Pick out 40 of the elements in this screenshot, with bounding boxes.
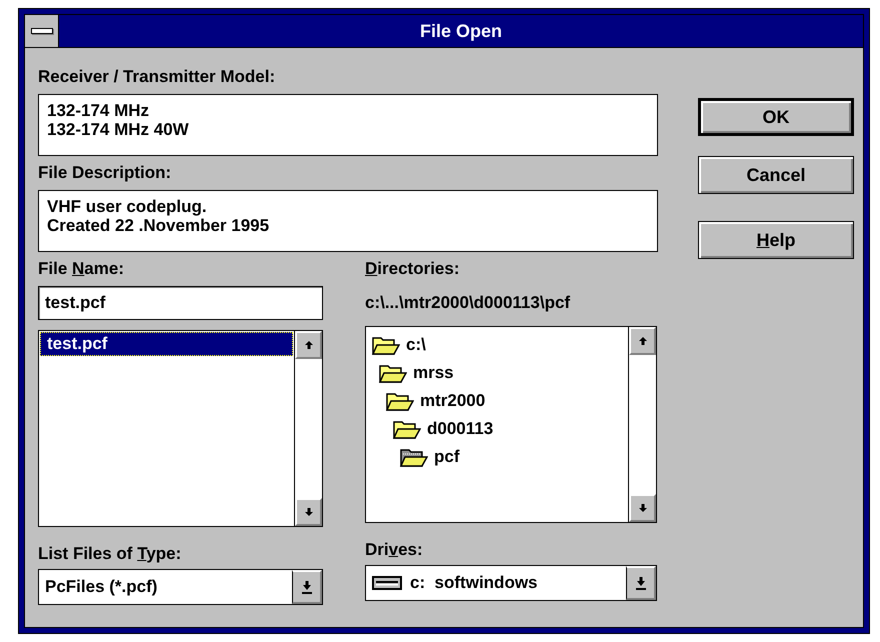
down-arrow-icon [300,579,314,595]
scrollbar[interactable] [628,327,656,522]
field-label: List Files of Type: [38,543,182,565]
field-label: Drives: [365,539,424,561]
down-arrow-icon [634,575,648,591]
directory-item[interactable]: c:\ [372,331,622,359]
scroll-down-button[interactable] [629,494,656,522]
dropdown-button[interactable] [626,566,656,600]
dialog-button[interactable]: Help [698,221,854,259]
scroll-down-arrow-icon [636,502,648,514]
file-name-field[interactable]: test.pcf [38,286,323,320]
directory-item[interactable]: pcf [400,443,622,471]
field-label: File Name: [38,258,125,280]
directory-item[interactable]: mrss [379,359,622,387]
scroll-up-arrow-icon [636,335,648,347]
directory-item[interactable]: d000113 [393,415,622,443]
drives-dropdown[interactable]: c: softwindows [365,565,657,601]
field-label: Receiver / Transmitter Model: [38,66,276,88]
combo-value: c: softwindows [410,572,538,594]
file-type-dropdown[interactable]: PcFiles (*.pcf) [38,569,323,605]
text-box: VHF user codeplug. Created 22 .November 1995 [38,190,658,252]
dialog-button[interactable]: Cancel [698,156,854,194]
drive-icon [372,575,402,591]
dialog-button[interactable]: OK [698,98,854,136]
scroll-up-button[interactable] [629,327,656,355]
directory-path: c:\...\mtr2000\d000113\pcf [365,292,572,314]
system-menu-button[interactable] [25,15,59,47]
scroll-down-button[interactable] [295,498,322,526]
dropdown-button[interactable] [292,570,322,604]
scroll-up-button[interactable] [295,331,322,359]
text-box: 132-174 MHz 132-174 MHz 40W [38,94,658,156]
scroll-down-arrow-icon [302,506,314,518]
combo-value: PcFiles (*.pcf) [45,576,158,598]
file-item[interactable]: test.pcf [40,332,293,356]
scrollbar[interactable] [294,331,322,526]
field-label: File Description: [38,162,172,184]
scroll-up-arrow-icon [302,339,314,351]
directory-item[interactable]: mtr2000 [386,387,622,415]
field-label: Directories: [365,258,460,280]
window-title: File Open [418,20,503,43]
